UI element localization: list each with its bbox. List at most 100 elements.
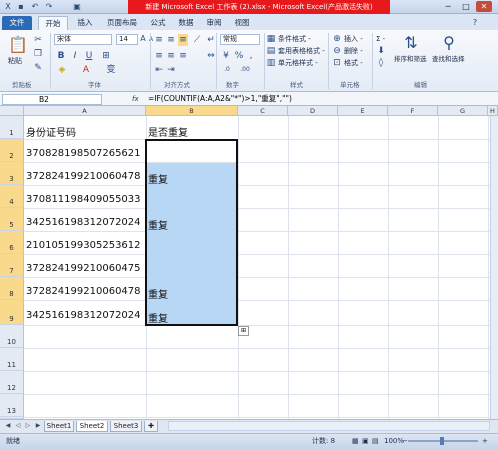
row-header[interactable]: 8	[0, 277, 24, 300]
bold-button[interactable]: B	[56, 50, 66, 62]
row-header[interactable]: 13	[0, 394, 24, 417]
sheet-tab-sheet2[interactable]: Sheet2	[76, 421, 108, 432]
table-format-button[interactable]: 套用表格格式 -	[278, 46, 325, 56]
zoom-slider-knob[interactable]	[440, 437, 444, 445]
row-header[interactable]: 5	[0, 208, 24, 231]
cut-icon[interactable]: ✂	[32, 34, 44, 46]
autosum-button[interactable]: Σ -	[376, 34, 385, 44]
cell-a6[interactable]: 210105199305253612	[26, 240, 141, 251]
tab-formulas[interactable]: 公式	[146, 16, 170, 30]
cell-a1[interactable]: 身份证号码	[26, 124, 76, 139]
row-header[interactable]: 3	[0, 162, 24, 185]
cell-b1[interactable]: 是否重复	[148, 124, 188, 139]
conditional-format-icon[interactable]: ▦	[266, 33, 276, 45]
tab-review[interactable]: 审阅	[202, 16, 226, 30]
increase-decimal-icon[interactable]: .0	[220, 64, 234, 76]
fill-color-icon[interactable]: ◈	[56, 64, 68, 76]
cell-b5[interactable]: 重复	[148, 217, 168, 232]
zoom-in-button[interactable]: +	[482, 435, 488, 447]
excel-icon[interactable]: X	[3, 2, 13, 12]
prev-sheet-icon[interactable]: ◁	[14, 421, 22, 431]
column-header-e[interactable]: E	[338, 106, 388, 116]
row-header[interactable]: 9	[0, 300, 24, 325]
find-select-icon[interactable]: ⚲	[440, 34, 458, 52]
underline-button[interactable]: U	[84, 50, 94, 62]
sheet-tab-sheet3[interactable]: Sheet3	[110, 421, 142, 432]
delete-cells-button[interactable]: 删除 -	[344, 46, 363, 56]
align-left-icon[interactable]: ≡	[154, 50, 164, 62]
delete-cells-icon[interactable]: ⊖	[332, 45, 342, 57]
column-header-f[interactable]: F	[388, 106, 438, 116]
find-select-button[interactable]: 查找和选择	[432, 54, 465, 64]
cell-a8[interactable]: 372824199210060478	[26, 286, 141, 297]
row-header[interactable]: 4	[0, 185, 24, 208]
insert-cells-icon[interactable]: ⊕	[332, 33, 342, 45]
zoom-level[interactable]: 100%	[384, 435, 404, 447]
italic-button[interactable]: I	[70, 50, 80, 62]
font-color-icon[interactable]: A	[80, 64, 92, 76]
sort-filter-button[interactable]: 排序和筛选	[394, 54, 427, 64]
decrease-indent-icon[interactable]: ⇤	[154, 64, 164, 76]
paste-icon[interactable]: 📋	[8, 36, 28, 54]
tab-home[interactable]: 开始	[38, 16, 68, 30]
column-header-b[interactable]: B	[146, 106, 238, 116]
page-break-view-icon[interactable]: ▤	[372, 435, 379, 447]
paste-button-label[interactable]: 粘贴	[8, 56, 22, 66]
column-header-d[interactable]: D	[288, 106, 338, 116]
cell-a2[interactable]: 370828198507265621	[26, 148, 141, 159]
cell-style-button[interactable]: 单元格样式 -	[278, 58, 318, 68]
align-bottom-icon[interactable]: ≡	[178, 34, 188, 46]
help-icon[interactable]: ?	[470, 18, 480, 28]
vertical-scrollbar[interactable]	[490, 116, 498, 419]
formula-input[interactable]: =IF(COUNTIF(A:A,A2&"*")>1,"重复","")	[148, 93, 478, 105]
cell-b3[interactable]: 重复	[148, 171, 168, 186]
first-sheet-icon[interactable]: ◀	[4, 421, 12, 431]
tab-page-layout[interactable]: 页面布局	[102, 16, 142, 30]
cell-a7[interactable]: 372824199210060475	[26, 263, 141, 274]
font-grow-icon[interactable]: A	[139, 33, 147, 45]
select-all-corner[interactable]	[0, 106, 24, 116]
currency-icon[interactable]: ¥	[220, 50, 232, 62]
undo-icon[interactable]: ↶	[30, 2, 40, 12]
row-header[interactable]: 2	[0, 139, 24, 162]
tab-data[interactable]: 数据	[174, 16, 198, 30]
align-center-icon[interactable]: ≡	[166, 50, 176, 62]
normal-view-icon[interactable]: ▦	[352, 435, 359, 447]
sheet-tab-sheet1[interactable]: Sheet1	[44, 421, 74, 432]
column-header-h[interactable]: H	[488, 106, 498, 116]
font-size-combo[interactable]: 14	[116, 34, 138, 45]
row-header[interactable]: 7	[0, 254, 24, 277]
last-sheet-icon[interactable]: ▶	[34, 421, 42, 431]
increase-indent-icon[interactable]: ⇥	[166, 64, 176, 76]
format-painter-icon[interactable]: ✎	[32, 62, 44, 74]
percent-button[interactable]: %	[234, 50, 244, 62]
cell-a3[interactable]: 372824199210060478	[26, 171, 141, 182]
row-header[interactable]: 11	[0, 348, 24, 371]
zoom-out-button[interactable]: −	[402, 435, 408, 447]
cell-b9[interactable]: 重复	[148, 310, 168, 325]
clear-icon[interactable]: ◊	[376, 57, 386, 69]
page-layout-view-icon[interactable]: ▣	[362, 435, 369, 447]
cell-b8[interactable]: 重复	[148, 286, 168, 301]
border-icon[interactable]: ⊞	[100, 50, 112, 62]
fx-icon[interactable]: fx	[132, 94, 139, 104]
column-header-a[interactable]: A	[24, 106, 146, 116]
column-header-c[interactable]: C	[238, 106, 288, 116]
fill-icon[interactable]: ⬇	[376, 45, 386, 57]
redo-icon[interactable]: ↷	[44, 2, 54, 12]
auto-fill-options-icon[interactable]: ⊞	[238, 326, 249, 336]
phonetic-icon[interactable]: 变	[104, 64, 118, 76]
save-icon[interactable]: ▪	[16, 2, 26, 12]
conditional-format-button[interactable]: 条件格式 -	[278, 34, 311, 44]
align-top-icon[interactable]: ≡	[154, 34, 164, 46]
cell-style-icon[interactable]: ▥	[266, 57, 276, 69]
row-header[interactable]: 12	[0, 371, 24, 394]
tab-file[interactable]: 文件	[2, 16, 32, 30]
align-middle-icon[interactable]: ≡	[166, 34, 176, 46]
align-right-icon[interactable]: ≡	[178, 50, 188, 62]
print-icon[interactable]: ▣	[72, 2, 82, 12]
format-cells-icon[interactable]: ⊡	[332, 57, 342, 69]
maximize-button[interactable]: □	[458, 1, 474, 12]
row-header[interactable]: 6	[0, 231, 24, 254]
table-format-icon[interactable]: ▤	[266, 45, 276, 57]
